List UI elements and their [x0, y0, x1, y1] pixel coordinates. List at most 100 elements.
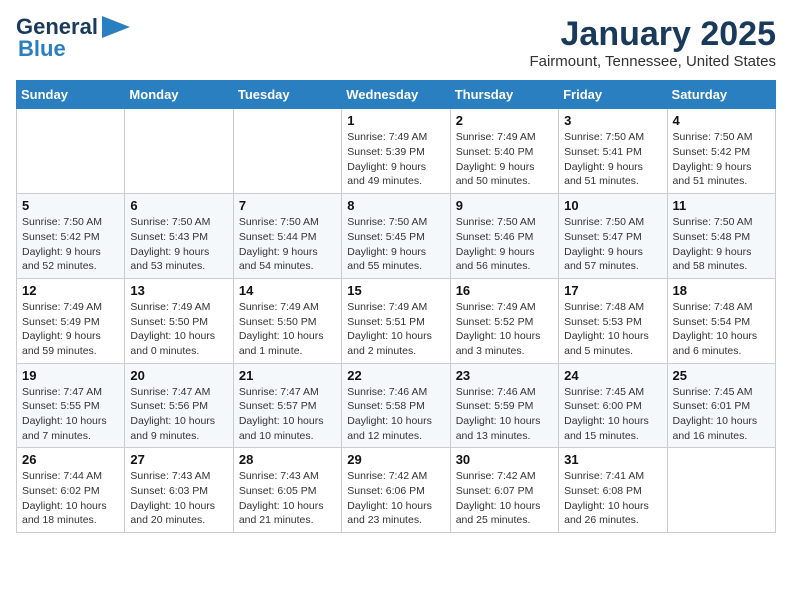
- calendar-cell: 31Sunrise: 7:41 AMSunset: 6:08 PMDayligh…: [559, 448, 667, 533]
- day-info: Sunrise: 7:47 AMSunset: 5:55 PMDaylight:…: [22, 385, 119, 444]
- weekday-header-saturday: Saturday: [667, 81, 775, 109]
- calendar-cell: 13 Sunrise: 7:49 AMSunset: 5:50 PMDayligh…: [125, 278, 233, 363]
- day-number: 22: [347, 368, 444, 383]
- calendar-week-1: 1 Sunrise: 7:49 AMSunset: 5:39 PMDaylight…: [17, 109, 776, 194]
- weekday-header-tuesday: Tuesday: [233, 81, 341, 109]
- calendar-cell: 19Sunrise: 7:47 AMSunset: 5:55 PMDayligh…: [17, 363, 125, 448]
- calendar-cell: 2 Sunrise: 7:49 AMSunset: 5:40 PMDaylight…: [450, 109, 558, 194]
- day-number: 14: [239, 283, 336, 298]
- calendar-cell: [125, 109, 233, 194]
- day-info: Sunrise: 7:49 AMSunset: 5:51 PMDaylight:…: [347, 300, 444, 359]
- day-info: Sunrise: 7:42 AMSunset: 6:06 PMDaylight:…: [347, 469, 444, 528]
- day-number: 8: [347, 198, 444, 213]
- day-info: Sunrise: 7:44 AMSunset: 6:02 PMDaylight:…: [22, 469, 119, 528]
- day-number: 30: [456, 452, 553, 467]
- calendar-cell: 18 Sunrise: 7:48 AMSunset: 5:54 PMDayligh…: [667, 278, 775, 363]
- day-number: 4: [673, 113, 770, 128]
- calendar-cell: [233, 109, 341, 194]
- month-title: January 2025: [529, 16, 776, 53]
- calendar-cell: 6 Sunrise: 7:50 AMSunset: 5:43 PMDaylight…: [125, 194, 233, 279]
- day-number: 12: [22, 283, 119, 298]
- day-number: 13: [130, 283, 227, 298]
- day-number: 3: [564, 113, 661, 128]
- calendar-cell: 8 Sunrise: 7:50 AMSunset: 5:45 PMDaylight…: [342, 194, 450, 279]
- calendar-cell: 15 Sunrise: 7:49 AMSunset: 5:51 PMDayligh…: [342, 278, 450, 363]
- day-number: 15: [347, 283, 444, 298]
- weekday-header-friday: Friday: [559, 81, 667, 109]
- day-info: Sunrise: 7:50 AMSunset: 5:44 PMDaylight:…: [239, 215, 336, 274]
- page-header: General Blue January 2025 Fairmount, Ten…: [16, 16, 776, 70]
- day-number: 17: [564, 283, 661, 298]
- calendar-cell: 10Sunrise: 7:50 AMSunset: 5:47 PMDayligh…: [559, 194, 667, 279]
- calendar-cell: 28Sunrise: 7:43 AMSunset: 6:05 PMDayligh…: [233, 448, 341, 533]
- day-info: Sunrise: 7:48 AMSunset: 5:54 PMDaylight:…: [673, 300, 770, 359]
- calendar-cell: 22 Sunrise: 7:46 AMSunset: 5:58 PMDayligh…: [342, 363, 450, 448]
- calendar-cell: 5 Sunrise: 7:50 AMSunset: 5:42 PMDaylight…: [17, 194, 125, 279]
- day-info: Sunrise: 7:45 AMSunset: 6:00 PMDaylight:…: [564, 385, 661, 444]
- day-number: 21: [239, 368, 336, 383]
- calendar-cell: 12 Sunrise: 7:49 AMSunset: 5:49 PMDayligh…: [17, 278, 125, 363]
- weekday-header-monday: Monday: [125, 81, 233, 109]
- calendar-cell: 17 Sunrise: 7:48 AMSunset: 5:53 PMDayligh…: [559, 278, 667, 363]
- location-title: Fairmount, Tennessee, United States: [529, 53, 776, 70]
- day-info: Sunrise: 7:50 AMSunset: 5:41 PMDaylight:…: [564, 130, 661, 189]
- day-info: Sunrise: 7:50 AMSunset: 5:45 PMDaylight:…: [347, 215, 444, 274]
- day-number: 1: [347, 113, 444, 128]
- day-number: 26: [22, 452, 119, 467]
- title-area: January 2025 Fairmount, Tennessee, Unite…: [529, 16, 776, 70]
- day-info: Sunrise: 7:46 AMSunset: 5:58 PMDaylight:…: [347, 385, 444, 444]
- weekday-header-row: SundayMondayTuesdayWednesdayThursdayFrid…: [17, 81, 776, 109]
- day-number: 9: [456, 198, 553, 213]
- day-number: 27: [130, 452, 227, 467]
- day-info: Sunrise: 7:48 AMSunset: 5:53 PMDaylight:…: [564, 300, 661, 359]
- day-number: 25: [673, 368, 770, 383]
- day-number: 5: [22, 198, 119, 213]
- day-number: 29: [347, 452, 444, 467]
- day-info: Sunrise: 7:49 AMSunset: 5:50 PMDaylight:…: [130, 300, 227, 359]
- weekday-header-sunday: Sunday: [17, 81, 125, 109]
- weekday-header-thursday: Thursday: [450, 81, 558, 109]
- calendar-cell: 11Sunrise: 7:50 AMSunset: 5:48 PMDayligh…: [667, 194, 775, 279]
- day-number: 2: [456, 113, 553, 128]
- day-info: Sunrise: 7:43 AMSunset: 6:05 PMDaylight:…: [239, 469, 336, 528]
- calendar-cell: 25 Sunrise: 7:45 AMSunset: 6:01 PMDayligh…: [667, 363, 775, 448]
- day-info: Sunrise: 7:49 AMSunset: 5:50 PMDaylight:…: [239, 300, 336, 359]
- calendar-cell: 29 Sunrise: 7:42 AMSunset: 6:06 PMDayligh…: [342, 448, 450, 533]
- calendar-cell: 16 Sunrise: 7:49 AMSunset: 5:52 PMDayligh…: [450, 278, 558, 363]
- day-info: Sunrise: 7:49 AMSunset: 5:49 PMDaylight:…: [22, 300, 119, 359]
- day-info: Sunrise: 7:45 AMSunset: 6:01 PMDaylight:…: [673, 385, 770, 444]
- day-info: Sunrise: 7:49 AMSunset: 5:52 PMDaylight:…: [456, 300, 553, 359]
- logo-arrow-icon: [102, 16, 130, 38]
- calendar-cell: 30Sunrise: 7:42 AMSunset: 6:07 PMDayligh…: [450, 448, 558, 533]
- day-info: Sunrise: 7:43 AMSunset: 6:03 PMDaylight:…: [130, 469, 227, 528]
- day-number: 24: [564, 368, 661, 383]
- day-info: Sunrise: 7:47 AMSunset: 5:56 PMDaylight:…: [130, 385, 227, 444]
- day-info: Sunrise: 7:49 AMSunset: 5:40 PMDaylight:…: [456, 130, 553, 189]
- calendar-cell: 7Sunrise: 7:50 AMSunset: 5:44 PMDaylight…: [233, 194, 341, 279]
- day-info: Sunrise: 7:50 AMSunset: 5:42 PMDaylight:…: [22, 215, 119, 274]
- calendar-cell: 23 Sunrise: 7:46 AMSunset: 5:59 PMDayligh…: [450, 363, 558, 448]
- day-info: Sunrise: 7:50 AMSunset: 5:46 PMDaylight:…: [456, 215, 553, 274]
- day-info: Sunrise: 7:49 AMSunset: 5:39 PMDaylight:…: [347, 130, 444, 189]
- calendar-week-4: 19Sunrise: 7:47 AMSunset: 5:55 PMDayligh…: [17, 363, 776, 448]
- logo-text: General: [16, 16, 98, 38]
- calendar-cell: 20 Sunrise: 7:47 AMSunset: 5:56 PMDayligh…: [125, 363, 233, 448]
- day-number: 16: [456, 283, 553, 298]
- day-info: Sunrise: 7:50 AMSunset: 5:43 PMDaylight:…: [130, 215, 227, 274]
- day-number: 23: [456, 368, 553, 383]
- day-number: 6: [130, 198, 227, 213]
- day-number: 18: [673, 283, 770, 298]
- day-info: Sunrise: 7:41 AMSunset: 6:08 PMDaylight:…: [564, 469, 661, 528]
- calendar-cell: [17, 109, 125, 194]
- day-info: Sunrise: 7:46 AMSunset: 5:59 PMDaylight:…: [456, 385, 553, 444]
- calendar-cell: 21Sunrise: 7:47 AMSunset: 5:57 PMDayligh…: [233, 363, 341, 448]
- calendar-table: SundayMondayTuesdayWednesdayThursdayFrid…: [16, 80, 776, 533]
- calendar-cell: 14 Sunrise: 7:49 AMSunset: 5:50 PMDayligh…: [233, 278, 341, 363]
- calendar-cell: 24 Sunrise: 7:45 AMSunset: 6:00 PMDayligh…: [559, 363, 667, 448]
- calendar-week-5: 26 Sunrise: 7:44 AMSunset: 6:02 PMDayligh…: [17, 448, 776, 533]
- day-number: 20: [130, 368, 227, 383]
- weekday-header-wednesday: Wednesday: [342, 81, 450, 109]
- calendar-cell: [667, 448, 775, 533]
- calendar-cell: 27 Sunrise: 7:43 AMSunset: 6:03 PMDayligh…: [125, 448, 233, 533]
- calendar-week-3: 12 Sunrise: 7:49 AMSunset: 5:49 PMDayligh…: [17, 278, 776, 363]
